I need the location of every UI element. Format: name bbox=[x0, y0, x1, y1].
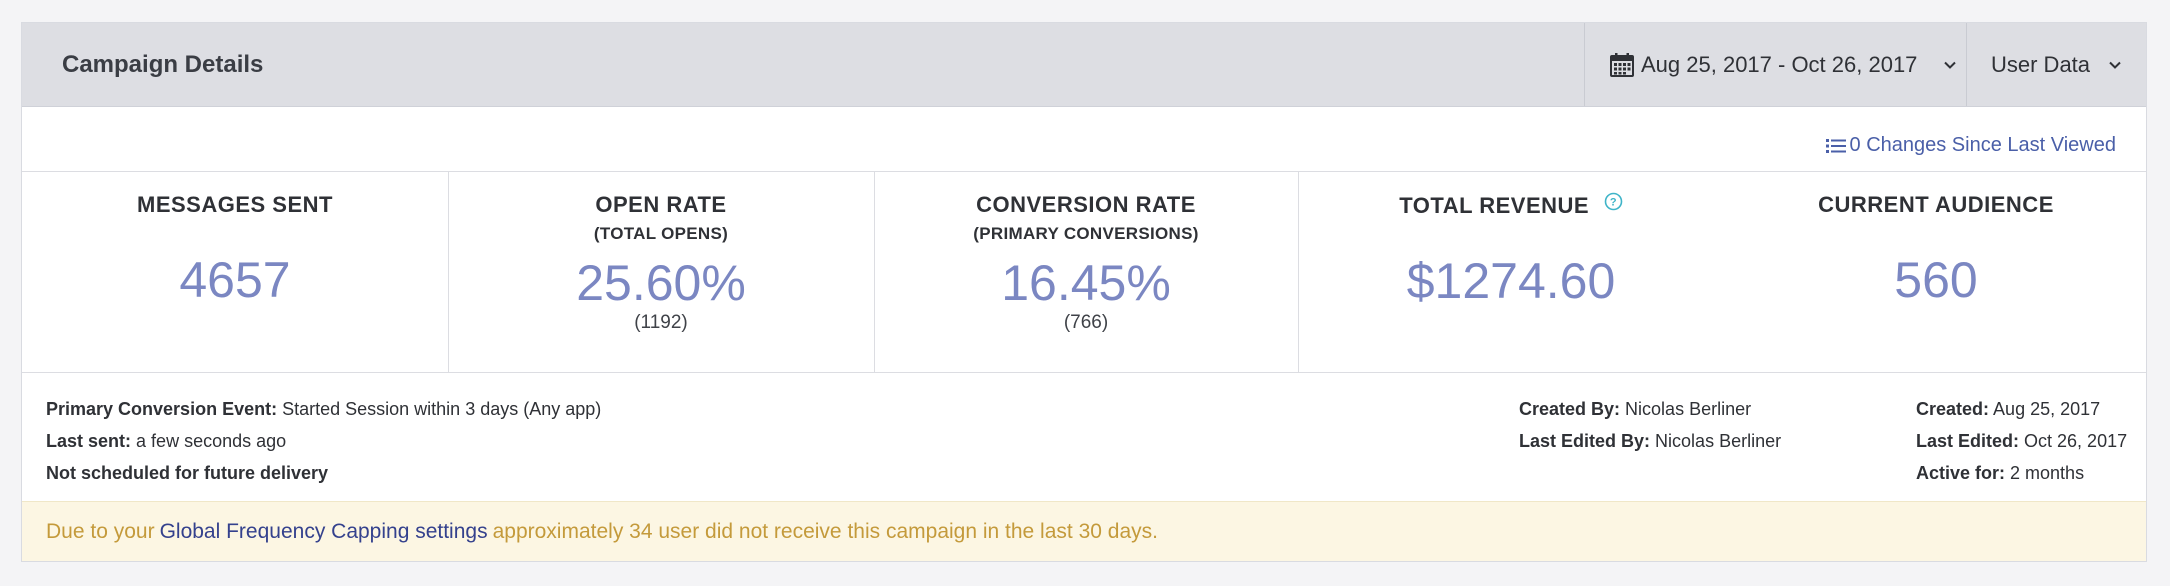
created-by-row: Created By: Nicolas Berliner bbox=[1519, 393, 1781, 425]
detail-value: Started Session within 3 days (Any app) bbox=[282, 399, 602, 419]
stat-sublabel: (PRIMARY CONVERSIONS) bbox=[973, 224, 1199, 243]
stat-sublabel: (TOTAL OPENS) bbox=[593, 224, 729, 243]
last-edited-by-row: Last Edited By: Nicolas Berliner bbox=[1519, 425, 1781, 457]
changes-label: 0 Changes Since Last Viewed bbox=[1849, 134, 2116, 156]
detail-value: a few seconds ago bbox=[136, 431, 287, 451]
detail-value: Nicolas Berliner bbox=[1625, 399, 1752, 419]
detail-value: Nicolas Berliner bbox=[1655, 431, 1782, 451]
panel-header: Campaign Details Aug 25, 2017 - Oct 26, … bbox=[22, 23, 2146, 107]
stat-count: (1192) bbox=[634, 312, 688, 333]
last-sent-row: Last sent: a few seconds ago bbox=[46, 425, 601, 457]
detail-label: Created By: bbox=[1519, 399, 1621, 419]
active-for-row: Active for: 2 months bbox=[1916, 457, 2127, 489]
frequency-capping-settings-link[interactable]: Global Frequency Capping settings bbox=[160, 520, 488, 544]
user-data-label: User Data bbox=[1991, 51, 2091, 77]
detail-label: Primary Conversion Event: bbox=[46, 399, 278, 419]
stat-conversion-rate: CONVERSION RATE (PRIMARY CONVERSIONS) 16… bbox=[874, 172, 1299, 372]
detail-value: Aug 25, 2017 bbox=[1993, 399, 2101, 419]
stat-open-rate: OPEN RATE (TOTAL OPENS) 25.60% (1192) bbox=[448, 172, 875, 372]
stat-label-row: TOTAL REVENUE ? bbox=[1298, 192, 1724, 219]
detail-label: Created: bbox=[1916, 399, 1990, 419]
stat-messages-sent: MESSAGES SENT 4657 bbox=[22, 172, 449, 372]
help-circle-icon[interactable]: ? bbox=[1604, 192, 1623, 211]
schedule-note: Not scheduled for future delivery bbox=[46, 463, 329, 483]
user-data-dropdown[interactable]: User Data bbox=[1966, 23, 2148, 106]
chevron-down-icon bbox=[2109, 61, 2121, 69]
list-icon bbox=[1825, 138, 1846, 153]
stat-value: $1274.60 bbox=[1406, 253, 1616, 309]
banner-suffix: approximately 34 user did not receive th… bbox=[492, 519, 1158, 543]
date-range-picker[interactable]: Aug 25, 2017 - Oct 26, 2017 bbox=[1584, 23, 1966, 106]
stat-value: 560 bbox=[1894, 252, 1978, 308]
stats-row: MESSAGES SENT 4657 OPEN RATE (TOTAL OPEN… bbox=[22, 171, 2146, 373]
calendar-icon bbox=[1610, 52, 1634, 77]
stat-total-revenue: TOTAL REVENUE ? $1274.60 bbox=[1298, 172, 1724, 372]
date-range-label: Aug 25, 2017 - Oct 26, 2017 bbox=[1641, 51, 1918, 77]
stat-label: CONVERSION RATE bbox=[976, 192, 1196, 217]
stat-count: (766) bbox=[1063, 312, 1109, 333]
created-row: Created: Aug 25, 2017 bbox=[1916, 393, 2127, 425]
detail-label: Last Edited By: bbox=[1519, 431, 1651, 451]
detail-label: Last Edited: bbox=[1916, 431, 2020, 451]
detail-label: Last sent: bbox=[46, 431, 132, 451]
stat-label: MESSAGES SENT bbox=[137, 192, 333, 217]
stat-value: 25.60% bbox=[576, 255, 746, 311]
schedule-row: Not scheduled for future delivery bbox=[46, 457, 601, 489]
frequency-capping-banner: Due to your Global Frequency Capping set… bbox=[22, 501, 2146, 561]
stat-label: CURRENT AUDIENCE bbox=[1818, 192, 2054, 217]
detail-value: 2 months bbox=[2010, 463, 2085, 483]
chevron-down-icon bbox=[1944, 61, 1957, 69]
banner-prefix: Due to your bbox=[46, 519, 155, 543]
detail-label: Active for: bbox=[1916, 463, 2006, 483]
page-title: Campaign Details bbox=[62, 51, 264, 78]
svg-text:?: ? bbox=[1610, 197, 1617, 209]
stat-value: 16.45% bbox=[1001, 255, 1171, 311]
date-details: Created: Aug 25, 2017 Last Edited: Oct 2… bbox=[1916, 393, 2127, 489]
detail-value: Oct 26, 2017 bbox=[2024, 431, 2128, 451]
stat-label: OPEN RATE bbox=[595, 192, 727, 217]
author-details: Created By: Nicolas Berliner Last Edited… bbox=[1519, 393, 1781, 457]
stat-value: 4657 bbox=[179, 252, 291, 308]
primary-conversion-row: Primary Conversion Event: Started Sessio… bbox=[46, 393, 601, 425]
stat-current-audience: CURRENT AUDIENCE 560 bbox=[1724, 172, 2148, 372]
stat-label: TOTAL REVENUE bbox=[1399, 193, 1590, 218]
changes-since-viewed-link[interactable]: 0 Changes Since Last Viewed bbox=[1825, 134, 2116, 157]
last-edited-row: Last Edited: Oct 26, 2017 bbox=[1916, 425, 2127, 457]
conversion-details: Primary Conversion Event: Started Sessio… bbox=[46, 393, 601, 489]
campaign-details-panel: Campaign Details Aug 25, 2017 - Oct 26, … bbox=[21, 22, 2147, 562]
